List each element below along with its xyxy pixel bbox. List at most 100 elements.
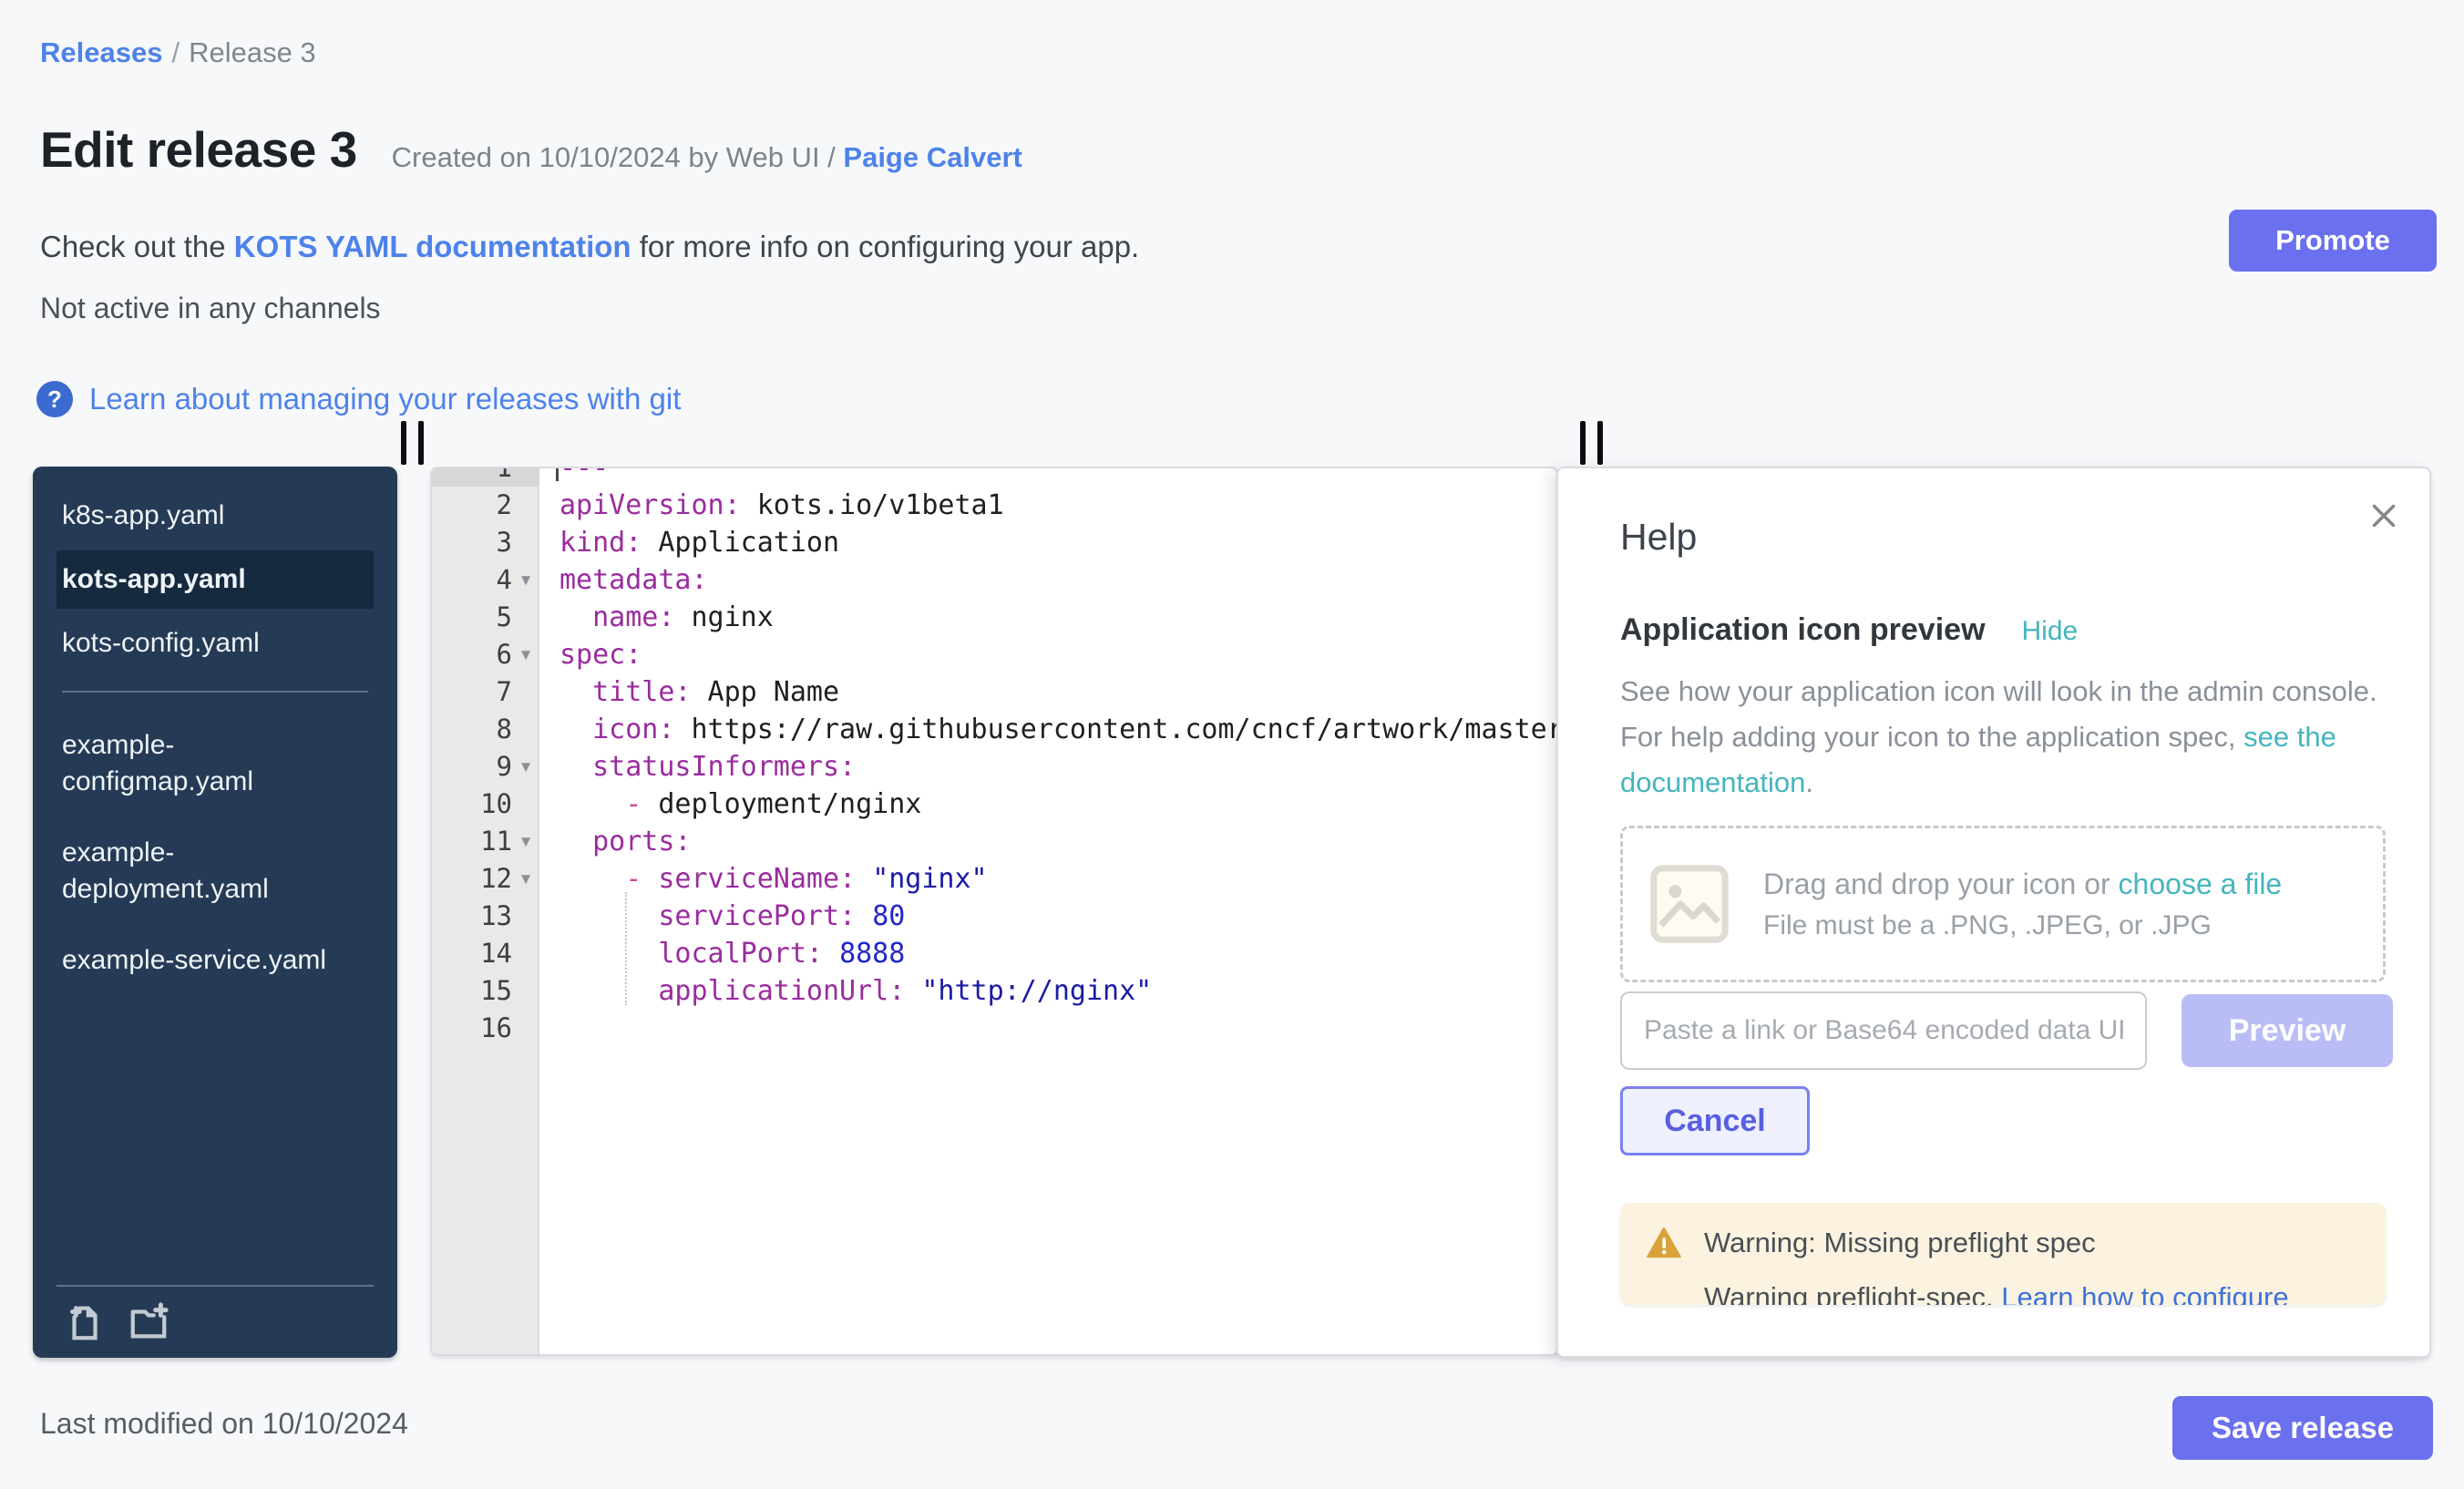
created-info: Created on 10/10/2024 by Web UI / Paige … <box>392 141 1022 174</box>
code-text: name: nginx <box>539 599 774 636</box>
line-number: 9 <box>432 748 512 786</box>
icon-link-row: Preview <box>1620 991 2393 1070</box>
dropzone-text: Drag and drop your icon or choose a file… <box>1763 868 2282 941</box>
code-text: localPort: 8888 <box>539 935 905 972</box>
code-line-13[interactable]: 13 servicePort: 80 <box>432 898 1556 935</box>
gutter-cell: 6▼ <box>432 636 539 673</box>
created-by-link[interactable]: Paige Calvert <box>843 141 1022 173</box>
icon-dropzone[interactable]: Drag and drop your icon or choose a file… <box>1620 826 2386 982</box>
line-number: 11 <box>432 823 512 860</box>
git-help-row[interactable]: ? Learn about managing your releases wit… <box>36 381 681 417</box>
preview-button[interactable]: Preview <box>2182 994 2393 1067</box>
git-releases-link[interactable]: Learn about managing your releases with … <box>89 382 681 416</box>
fold-arrow-icon[interactable]: ▼ <box>512 823 539 860</box>
file-tree-item-kots-app-yaml[interactable]: kots-app.yaml <box>56 550 374 609</box>
docs-hint-after: for more info on configuring your app. <box>631 230 1140 263</box>
sidebar-resize-handle[interactable] <box>401 421 426 465</box>
code-line-9[interactable]: 9▼ statusInformers: <box>432 748 1556 786</box>
file-tree-item-example-deployment-yaml[interactable]: example-deployment.yaml <box>56 824 374 919</box>
gutter-cell: 8 <box>432 711 539 748</box>
code-text <box>539 1010 560 1047</box>
line-number: 15 <box>432 972 512 1010</box>
new-folder-icon[interactable] <box>128 1301 169 1343</box>
page-title: Edit release 3 <box>40 120 357 179</box>
desc-period: . <box>1805 766 1813 798</box>
line-number: 12 <box>432 860 512 898</box>
fold-arrow-icon[interactable]: ▼ <box>512 748 539 786</box>
code-line-3[interactable]: 3 kind: Application <box>432 524 1556 561</box>
code-line-15[interactable]: 15 applicationUrl: "http://nginx" <box>432 972 1556 1010</box>
code-text: servicePort: 80 <box>539 898 905 935</box>
last-modified: Last modified on 10/10/2024 <box>40 1407 408 1441</box>
line-number: 7 <box>432 673 512 711</box>
code-line-8[interactable]: 8 icon: https://raw.githubusercontent.co… <box>432 711 1556 748</box>
fold-arrow-icon[interactable]: ▼ <box>512 860 539 898</box>
file-tree-item-example-service-yaml[interactable]: example-service.yaml <box>56 931 374 990</box>
code-line-5[interactable]: 5 name: nginx <box>432 599 1556 636</box>
breadcrumb-separator: / <box>171 36 180 68</box>
hide-link[interactable]: Hide <box>2022 616 2079 647</box>
code-text: --- <box>539 467 609 487</box>
help-panel: Help Application icon preview Hide See h… <box>1556 467 2431 1358</box>
code-line-6[interactable]: 6▼spec: <box>432 636 1556 673</box>
code-line-14[interactable]: 14 localPort: 8888 <box>432 935 1556 972</box>
gutter-cell: 16 <box>432 1010 539 1047</box>
fold-arrow-icon[interactable]: ▼ <box>512 636 539 673</box>
gutter-cell: 14 <box>432 935 539 972</box>
icon-url-input[interactable] <box>1620 991 2147 1070</box>
gutter-cell: 15 <box>432 972 539 1010</box>
code-lines: 1---2apiVersion: kots.io/v1beta13 kind: A… <box>432 467 1556 1047</box>
gutter-cell: 4▼ <box>432 561 539 599</box>
learn-configure-link[interactable]: Learn how to configure <box>2001 1281 2288 1305</box>
help-panel-resize-handle[interactable] <box>1580 421 1606 465</box>
code-text: applicationUrl: "http://nginx" <box>539 972 1152 1010</box>
code-text: icon: https://raw.githubusercontent.com/… <box>539 711 1558 748</box>
yaml-editor[interactable]: 1---2apiVersion: kots.io/v1beta13 kind: A… <box>430 467 1558 1356</box>
promote-button[interactable]: Promote <box>2229 210 2437 272</box>
file-tree-item-example-configmap-yaml[interactable]: example-configmap.yaml <box>56 716 374 811</box>
file-tree-item-kots-config-yaml[interactable]: kots-config.yaml <box>56 614 374 673</box>
fold-arrow-icon[interactable]: ▼ <box>512 561 539 599</box>
code-line-4[interactable]: 4▼metadata: <box>432 561 1556 599</box>
code-line-11[interactable]: 11▼ ports: <box>432 823 1556 860</box>
line-number: 3 <box>432 524 512 561</box>
choose-file-link[interactable]: choose a file <box>2119 868 2283 900</box>
sidebar-bottom-divider <box>56 1285 374 1287</box>
tree-actions <box>56 1301 374 1343</box>
code-line-2[interactable]: 2apiVersion: kots.io/v1beta1 <box>432 487 1556 524</box>
close-icon[interactable] <box>2364 496 2404 536</box>
warning-detail-text: Warning preflight-spec. <box>1704 1281 2001 1305</box>
icon-preview-header: Application icon preview Hide <box>1620 612 2078 648</box>
line-number: 16 <box>432 1010 512 1047</box>
new-file-icon[interactable] <box>64 1301 106 1343</box>
gutter-cell: 1 <box>432 467 539 487</box>
code-line-16[interactable]: 16 <box>432 1010 1556 1047</box>
title-row: Edit release 3 Created on 10/10/2024 by … <box>40 120 1022 179</box>
line-number: 6 <box>432 636 512 673</box>
file-type-hint: File must be a .PNG, .JPEG, or .JPG <box>1763 910 2282 941</box>
gutter-cell: 13 <box>432 898 539 935</box>
breadcrumb-current: Release 3 <box>189 36 316 68</box>
code-line-12[interactable]: 12▼ - serviceName: "nginx" <box>432 860 1556 898</box>
code-text: kind: Application <box>539 524 839 561</box>
save-release-button[interactable]: Save release <box>2172 1396 2433 1460</box>
kots-yaml-docs-link[interactable]: KOTS YAML documentation <box>234 230 631 263</box>
gutter-cell: 11▼ <box>432 823 539 860</box>
line-number: 4 <box>432 561 512 599</box>
code-line-7[interactable]: 7 title: App Name <box>432 673 1556 711</box>
created-text: Created on 10/10/2024 by Web UI / <box>392 141 844 173</box>
gutter-cell: 9▼ <box>432 748 539 786</box>
breadcrumb-releases-link[interactable]: Releases <box>40 36 162 68</box>
file-group-divider <box>62 691 368 693</box>
line-number: 13 <box>432 898 512 935</box>
cancel-button[interactable]: Cancel <box>1620 1086 1810 1155</box>
code-line-10[interactable]: 10 - deployment/nginx <box>432 786 1556 823</box>
code-text: apiVersion: kots.io/v1beta1 <box>539 487 1004 524</box>
code-line-1[interactable]: 1--- <box>432 467 1556 487</box>
line-number: 10 <box>432 786 512 823</box>
file-tree-item-k8s-app-yaml[interactable]: k8s-app.yaml <box>56 487 374 545</box>
channel-status: Not active in any channels <box>40 292 381 325</box>
line-number: 8 <box>432 711 512 748</box>
gutter-cell: 3 <box>432 524 539 561</box>
text-cursor <box>556 467 559 481</box>
